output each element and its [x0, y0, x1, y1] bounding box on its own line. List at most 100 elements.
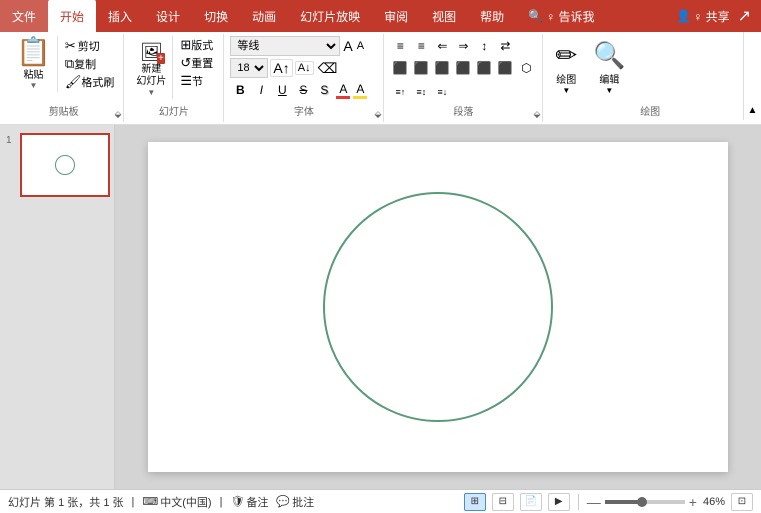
- edit-dropdown[interactable]: ▼: [605, 86, 613, 95]
- tab-insert[interactable]: 插入: [96, 0, 144, 32]
- tab-design[interactable]: 设计: [144, 0, 192, 32]
- slide-sorter-button[interactable]: ⊟: [492, 493, 514, 511]
- tab-home[interactable]: 开始: [48, 0, 96, 32]
- section-icon: ☰: [180, 73, 192, 89]
- italic-button[interactable]: I: [251, 80, 271, 100]
- cut-icon: ✂: [65, 38, 76, 54]
- edit-icon: 🔍: [593, 40, 625, 71]
- font-size-increment-icon[interactable]: A: [342, 38, 353, 54]
- layout-icon: ⊞: [180, 37, 191, 53]
- reading-view-button[interactable]: 📄: [520, 493, 542, 511]
- paste-button[interactable]: 📋 粘贴 ▼: [10, 36, 58, 92]
- font-size-row: 18 A↑ A↓ ⌫: [230, 58, 368, 78]
- align-right-button[interactable]: ⬛: [432, 58, 452, 78]
- draw-dropdown[interactable]: ▼: [562, 86, 570, 95]
- font-name-select[interactable]: 等线 微软雅黑: [230, 36, 340, 56]
- font-color-button[interactable]: A: [335, 81, 351, 100]
- drawing-label: 绘图: [543, 103, 757, 118]
- search-icon: 🔍: [528, 9, 543, 23]
- edit-button[interactable]: 🔍 编辑 ▼: [587, 36, 631, 99]
- normal-view-button[interactable]: ⊞: [464, 493, 486, 511]
- clipboard-expand-icon[interactable]: ⬙: [114, 109, 121, 120]
- tab-help[interactable]: 帮助: [468, 0, 516, 32]
- strikethrough-button[interactable]: S: [293, 80, 313, 100]
- tab-file[interactable]: 文件: [0, 0, 48, 32]
- draw-label: 绘图: [556, 71, 576, 86]
- paste-dropdown-icon[interactable]: ▼: [29, 81, 37, 90]
- indent-more-button[interactable]: ⇒: [453, 36, 473, 56]
- bullet-list-button[interactable]: ≡: [390, 36, 410, 56]
- slideshow-button[interactable]: ▶: [548, 493, 570, 511]
- fit-window-button[interactable]: ⊡: [731, 493, 753, 511]
- shadow-button[interactable]: S: [314, 80, 334, 100]
- language-indicator[interactable]: ⌨ 中文(中国): [142, 494, 211, 510]
- tab-slideshow[interactable]: 幻灯片放映: [288, 0, 372, 32]
- underline-button[interactable]: U: [272, 80, 292, 100]
- new-slide-button[interactable]: 🖼 + 新建幻灯片 ▼: [130, 36, 173, 99]
- font-size-select[interactable]: 18: [230, 58, 268, 78]
- convert-button[interactable]: ⇄: [495, 36, 515, 56]
- tab-review[interactable]: 审阅: [372, 0, 420, 32]
- paragraph-label: 段落: [384, 103, 542, 118]
- line-spacing-button[interactable]: ↕: [474, 36, 494, 56]
- bold-button[interactable]: B: [230, 80, 250, 100]
- align-middle-button[interactable]: ≡↕: [411, 82, 431, 102]
- paragraph-expand-icon[interactable]: ⬙: [533, 109, 540, 120]
- font-size-up-icon[interactable]: A↑: [270, 59, 292, 77]
- share-button[interactable]: 👤 ♀ 共享: [676, 8, 729, 25]
- text-direction-button[interactable]: ⬛: [495, 58, 515, 78]
- slide-canvas[interactable]: [148, 142, 728, 472]
- indent-less-button[interactable]: ⇐: [432, 36, 452, 56]
- zoom-out-button[interactable]: —: [587, 494, 601, 510]
- cursor-indicator: ↗: [738, 6, 751, 26]
- smartart-button[interactable]: ⬡: [516, 58, 536, 78]
- zoom-slider[interactable]: [605, 500, 685, 504]
- paragraph-row1: ≡ ≡ ⇐ ⇒ ↕ ⇄: [390, 36, 536, 56]
- ribbon: 📋 粘贴 ▼ ✂ 剪切 ⧉ 复制 🖌 格式刷: [0, 32, 761, 125]
- new-slide-dropdown[interactable]: ▼: [147, 88, 155, 97]
- font-size-down-icon[interactable]: A↓: [295, 61, 314, 75]
- clipboard-small-buttons: ✂ 剪切 ⧉ 复制 🖌 格式刷: [62, 36, 118, 92]
- status-divider1: |: [132, 496, 135, 508]
- font-color-icon: A: [339, 82, 347, 96]
- reset-icon: ↺: [180, 55, 191, 71]
- comments-button[interactable]: 💬 批注: [276, 494, 314, 510]
- tab-view[interactable]: 视图: [420, 0, 468, 32]
- align-center-button[interactable]: ⬛: [411, 58, 431, 78]
- clipboard-group: 📋 粘贴 ▼ ✂ 剪切 ⧉ 复制 🖌 格式刷: [4, 34, 124, 122]
- font-size-decrement-icon[interactable]: A: [356, 40, 365, 52]
- zoom-in-button[interactable]: +: [689, 494, 697, 510]
- align-top-button[interactable]: ≡↑: [390, 82, 410, 102]
- ribbon-tabs: 文件 开始 插入 设计 切换 动画 幻灯片放映 审阅 视图 帮助 🔍 ♀ 告诉我: [0, 0, 666, 32]
- tab-transitions[interactable]: 切换: [192, 0, 240, 32]
- highlight-color-button[interactable]: A: [352, 81, 368, 100]
- status-divider2: |: [220, 496, 223, 508]
- canvas-area[interactable]: [115, 125, 761, 489]
- copy-label: 复制: [74, 56, 96, 72]
- draw-icon: ✏: [555, 40, 577, 71]
- section-button[interactable]: ☰ 节: [177, 72, 216, 90]
- layout-button[interactable]: ⊞ 版式: [177, 36, 216, 54]
- numbered-list-button[interactable]: ≡: [411, 36, 431, 56]
- status-left: 幻灯片 第 1 张，共 1 张 | ⌨ 中文(中国) | 🛡 备注 💬 批注: [8, 494, 314, 510]
- reset-button[interactable]: ↺ 重置: [177, 54, 216, 72]
- format-painter-label: 格式刷: [81, 74, 114, 90]
- copy-button[interactable]: ⧉ 复制: [62, 55, 118, 73]
- slide-thumbnail[interactable]: [20, 133, 110, 197]
- notes-button[interactable]: 🛡 备注: [230, 494, 268, 510]
- zoom-level-label[interactable]: 46%: [703, 496, 725, 508]
- align-justify-button[interactable]: ⬛: [453, 58, 473, 78]
- ribbon-collapse-button[interactable]: ▲: [743, 32, 761, 120]
- tab-animations[interactable]: 动画: [240, 0, 288, 32]
- tab-tell-me[interactable]: 🔍 ♀ 告诉我: [516, 0, 606, 32]
- cut-button[interactable]: ✂ 剪切: [62, 37, 118, 55]
- clear-format-icon[interactable]: ⌫: [316, 60, 340, 77]
- font-expand-icon[interactable]: ⬙: [374, 109, 381, 120]
- slide-circle[interactable]: [323, 192, 553, 422]
- draw-button[interactable]: ✏ 绘图 ▼: [549, 36, 583, 99]
- columns-button[interactable]: ⬛: [474, 58, 494, 78]
- align-left-button[interactable]: ⬛: [390, 58, 410, 78]
- format-painter-button[interactable]: 🖌 格式刷: [62, 73, 118, 91]
- align-bottom-button[interactable]: ≡↓: [432, 82, 452, 102]
- ribbon-right-controls: 👤 ♀ 共享 ↗: [666, 0, 761, 32]
